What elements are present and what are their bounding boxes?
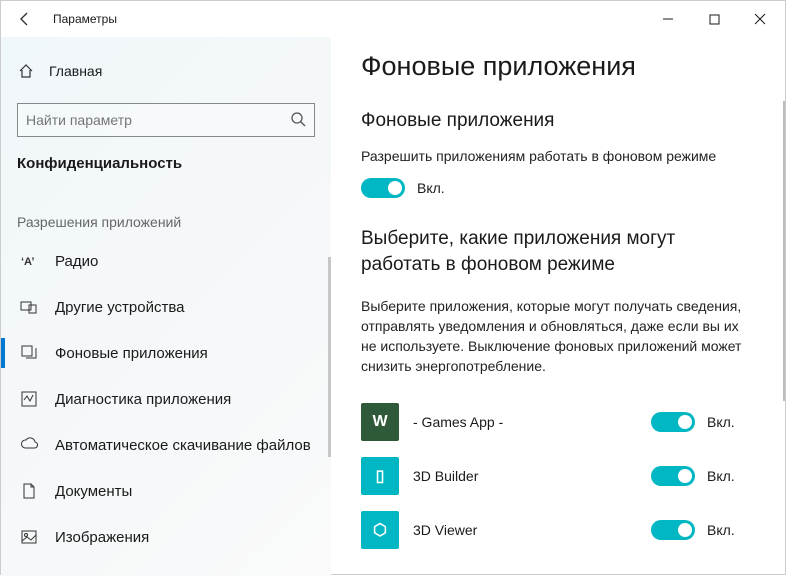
master-toggle-row: Вкл. [361,178,751,198]
app-name: - Games App - [413,414,637,430]
sidebar-item-label: Автоматическое скачивание файлов [55,437,311,454]
radio-icon: ‘A’ [19,251,39,271]
sidebar-item-documents[interactable]: Документы [1,468,331,514]
search-input[interactable] [26,112,290,128]
app-toggle[interactable] [651,520,695,540]
sidebar-item-label: Документы [55,483,132,500]
sidebar-home[interactable]: Главная [1,53,331,89]
master-toggle-label: Вкл. [417,180,445,196]
search-box[interactable] [17,103,315,137]
sidebar-item-background-apps[interactable]: Фоновые приложения [1,330,331,376]
window-title: Параметры [53,12,117,26]
sidebar-item-label: Фоновые приложения [55,345,208,362]
sidebar: Главная Конфиденциальность Разрешения пр… [1,37,331,576]
app-row: ⬡ 3D Viewer Вкл. [361,503,751,557]
app-name: 3D Viewer [413,522,637,538]
minimize-button[interactable] [645,1,691,37]
sidebar-item-radio[interactable]: ‘A’ Радио [1,238,331,284]
sidebar-item-auto-downloads[interactable]: Автоматическое скачивание файлов [1,422,331,468]
back-button[interactable] [3,1,47,37]
cloud-download-icon [19,435,39,455]
app-icon: W [361,403,399,441]
sidebar-home-label: Главная [49,63,102,79]
sidebar-current-section: Конфиденциальность [1,155,331,190]
section2-description: Выберите приложения, которые могут получ… [361,296,751,377]
app-row: W - Games App - Вкл. [361,395,751,449]
app-icon: ⬡ [361,511,399,549]
section1-description: Разрешить приложениям работать в фоновом… [361,146,751,166]
diagnostics-icon [19,389,39,409]
section1-heading: Фоновые приложения [361,110,751,132]
app-toggle-label: Вкл. [707,414,735,430]
master-toggle[interactable] [361,178,405,198]
sidebar-item-label: Другие устройства [55,299,184,316]
content-pane: Фоновые приложения Фоновые приложения Ра… [331,37,785,576]
sidebar-group-label: Разрешения приложений [1,190,331,238]
home-icon [17,63,35,79]
sidebar-item-app-diagnostics[interactable]: Диагностика приложения [1,376,331,422]
section2-heading: Выберите, какие приложения могут работат… [361,226,751,277]
sidebar-item-label: Изображения [55,529,149,546]
sidebar-item-label: Диагностика приложения [55,391,231,408]
documents-icon [19,481,39,501]
search-icon [290,111,306,130]
background-apps-icon [19,343,39,363]
page-title: Фоновые приложения [361,51,751,82]
pictures-icon [19,527,39,547]
app-toggle[interactable] [651,466,695,486]
app-toggle[interactable] [651,412,695,432]
content-scrollbar[interactable] [783,101,785,401]
devices-icon [19,297,39,317]
sidebar-item-label: Радио [55,253,98,270]
close-button[interactable] [737,1,783,37]
sidebar-item-other-devices[interactable]: Другие устройства [1,284,331,330]
app-toggle-label: Вкл. [707,522,735,538]
app-icon: ▯ [361,457,399,495]
maximize-button[interactable] [691,1,737,37]
titlebar: Параметры [1,1,785,37]
app-row: ▯ 3D Builder Вкл. [361,449,751,503]
sidebar-item-pictures[interactable]: Изображения [1,514,331,560]
sidebar-nav-list: ‘A’ Радио Другие устройства Фоновые прил… [1,238,331,560]
app-name: 3D Builder [413,468,637,484]
svg-text:‘A’: ‘A’ [21,256,34,268]
app-toggle-label: Вкл. [707,468,735,484]
